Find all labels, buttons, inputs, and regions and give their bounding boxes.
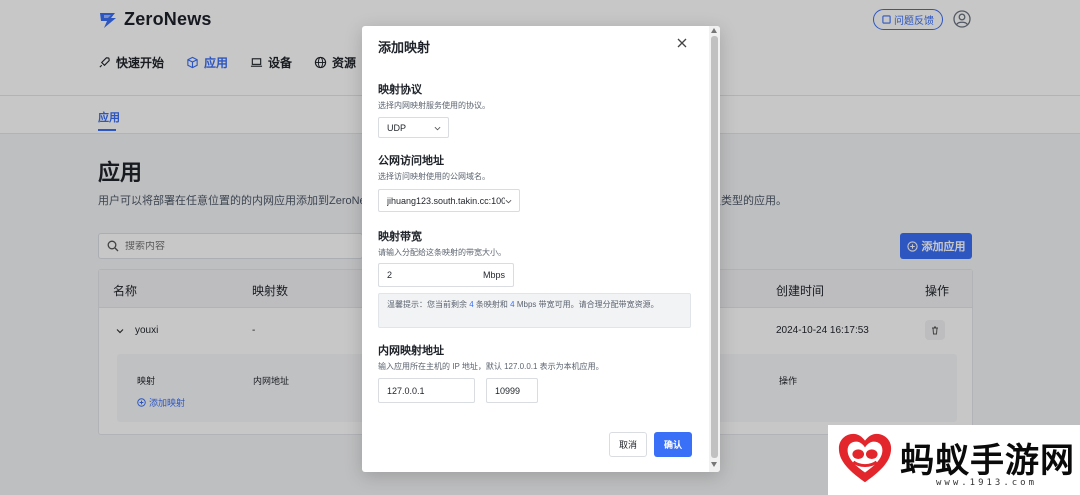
internal-ip-input[interactable]: 127.0.0.1 [378, 378, 475, 403]
address-hint: 选择访问映射使用的公网域名。 [378, 172, 490, 181]
tip-suffix: Mbps 带宽可用。请合理分配带宽资源。 [516, 300, 659, 309]
address-select[interactable]: jihuang123.south.takin.cc:100 [378, 189, 520, 212]
bandwidth-input[interactable]: 2 Mbps [378, 263, 514, 287]
heart-logo-icon [838, 433, 892, 483]
bandwidth-title: 映射带宽 [378, 231, 422, 243]
chevron-down-icon [434, 126, 441, 131]
bandwidth-hint: 请输入分配给这条映射的带宽大小。 [378, 248, 506, 257]
bandwidth-tip: 温馨提示：您当前剩余 4 条映射和 4 Mbps 带宽可用。请合理分配带宽资源。 [378, 293, 691, 328]
tip-middle: 条映射和 [475, 300, 508, 309]
tip-mapping-count: 4 [469, 300, 474, 309]
watermark-text: 蚂蚁手游网 [900, 441, 1075, 481]
watermark: 蚂蚁手游网 www.1913.com [828, 425, 1080, 495]
confirm-button[interactable]: 确认 [654, 432, 692, 457]
address-title: 公网访问地址 [378, 155, 444, 167]
close-icon[interactable] [676, 37, 688, 49]
tip-bandwidth-count: 4 [510, 300, 515, 309]
scroll-down-arrow[interactable] [711, 462, 717, 467]
protocol-title: 映射协议 [378, 84, 422, 96]
scroll-thumb[interactable] [711, 36, 718, 458]
internal-port-input[interactable]: 10999 [486, 378, 538, 403]
internal-title: 内网映射地址 [378, 345, 444, 357]
address-value: jihuang123.south.takin.cc:100 [387, 195, 505, 206]
bandwidth-unit: Mbps [482, 270, 505, 280]
protocol-value: UDP [387, 122, 407, 133]
protocol-hint: 选择内网映射服务使用的协议。 [378, 101, 490, 110]
cancel-button[interactable]: 取消 [609, 432, 647, 457]
scroll-up-arrow[interactable] [711, 28, 717, 33]
dialog-scrollbar[interactable] [709, 26, 720, 472]
watermark-url: www.1913.com [936, 478, 1038, 488]
internal-ip-value: 127.0.0.1 [387, 385, 425, 396]
internal-hint: 输入应用所在主机的 IP 地址，默认 127.0.0.1 表示为本机应用。 [378, 362, 604, 371]
dialog-title: 添加映射 [378, 40, 431, 55]
add-mapping-dialog: 添加映射 映射协议 选择内网映射服务使用的协议。 UDP 公网访问地址 选择访问… [362, 26, 720, 472]
tip-prefix: 温馨提示：您当前剩余 [387, 300, 467, 309]
protocol-select[interactable]: UDP [378, 117, 449, 138]
bandwidth-value: 2 [387, 270, 393, 280]
chevron-down-icon [505, 199, 512, 204]
internal-port-value: 10999 [495, 385, 521, 396]
